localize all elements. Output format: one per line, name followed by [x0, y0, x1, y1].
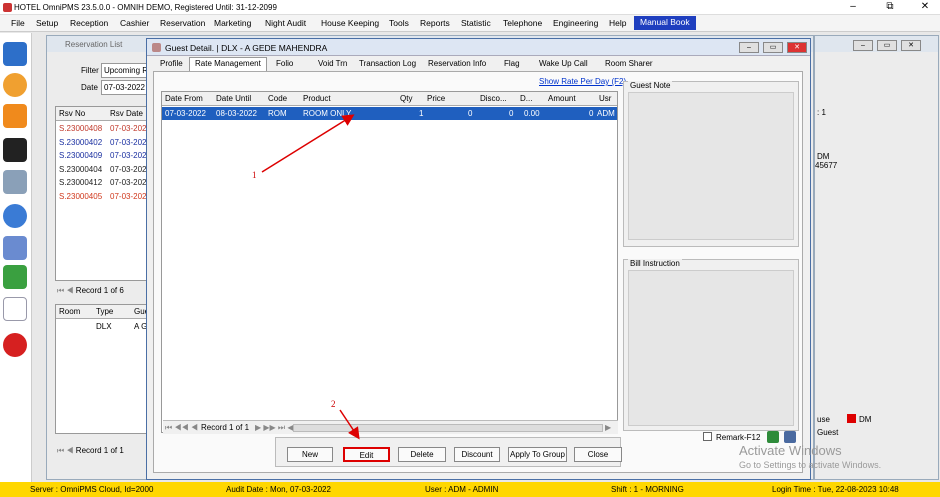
status-audit-date: Audit Date : Mon, 07-03-2022: [226, 485, 331, 494]
status-shift: Shift : 1 - MORNING: [611, 485, 684, 494]
annotation-overlay: [261, 114, 360, 440]
annotation-arrow-1: [261, 114, 355, 173]
annotation-label-2: 2: [331, 399, 336, 409]
activate-windows-subtitle: Go to Settings to activate Windows.: [739, 460, 882, 470]
status-server: Server : OmniPMS Cloud, Id=2000: [30, 485, 154, 494]
status-user: User : ADM - ADMIN: [425, 485, 499, 494]
annotation-arrow-2: [339, 409, 360, 440]
annotation-label-1: 1: [252, 170, 257, 180]
status-login-time: Login Time : Tue, 22-08-2023 10:48: [772, 485, 899, 494]
status-bar: Server : OmniPMS Cloud, Id=2000 Audit Da…: [0, 482, 940, 497]
activate-windows-title: Activate Windows: [739, 443, 842, 458]
